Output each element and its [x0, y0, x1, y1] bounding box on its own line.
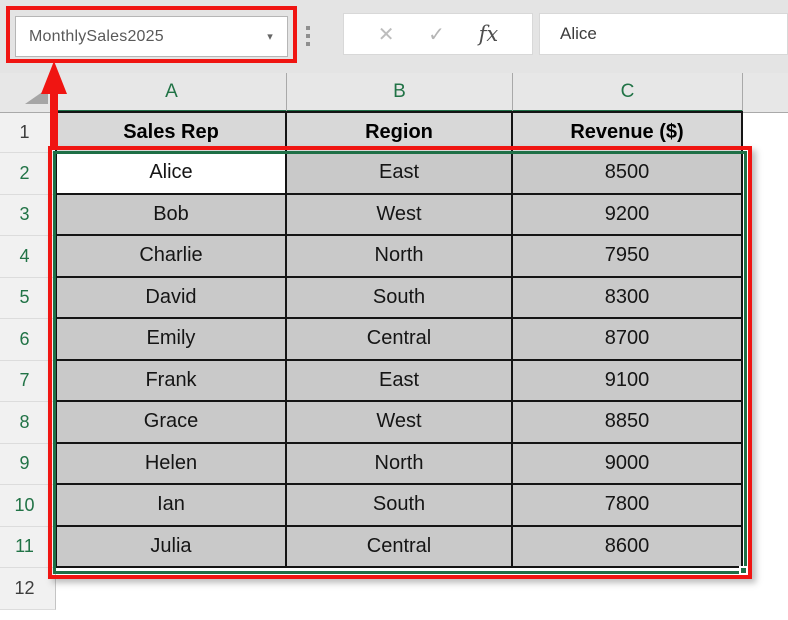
cell-C3[interactable]: 9200: [513, 194, 743, 236]
cell-B11[interactable]: Central: [287, 526, 513, 568]
row-header-12[interactable]: 12: [0, 568, 56, 610]
cell-C10[interactable]: 7800: [513, 485, 743, 527]
row-header-4[interactable]: 4: [0, 236, 56, 278]
cell-C4[interactable]: 7950: [513, 236, 743, 278]
row-header-8[interactable]: 8: [0, 402, 56, 444]
fill-handle[interactable]: [739, 566, 748, 575]
cell-A11[interactable]: Julia: [57, 526, 287, 568]
red-arrow-line: [50, 93, 58, 150]
formula-bar-input[interactable]: Alice: [539, 13, 788, 55]
red-annotation-namebox: MonthlySales2025 ▾: [6, 6, 297, 63]
separator-grip-icon: [306, 26, 310, 46]
row-header-1[interactable]: 1: [0, 113, 56, 153]
column-header-A[interactable]: A: [57, 73, 287, 113]
row-header-11[interactable]: 11: [0, 526, 56, 568]
formula-buttons: ✕ ✓ fx: [343, 13, 533, 55]
cell-B3[interactable]: West: [287, 194, 513, 236]
cell-A7[interactable]: Frank: [57, 360, 287, 402]
row-header-7[interactable]: 7: [0, 360, 56, 402]
cell-C11[interactable]: 8600: [513, 526, 743, 568]
column-header-B[interactable]: B: [287, 73, 513, 113]
cell-C6[interactable]: 8700: [513, 319, 743, 361]
insert-function-icon[interactable]: fx: [479, 22, 499, 46]
cell-C9[interactable]: 9000: [513, 443, 743, 485]
cell-A9[interactable]: Helen: [57, 443, 287, 485]
cell-B5[interactable]: South: [287, 277, 513, 319]
cell-A5[interactable]: David: [57, 277, 287, 319]
cell-B2[interactable]: East: [287, 153, 513, 195]
row-header-strip: 1 2 3 4 5 6 7 8 9 10 11 12: [0, 113, 56, 610]
column-header-C[interactable]: C: [513, 73, 743, 113]
cell-A10[interactable]: Ian: [57, 485, 287, 527]
cell-B1[interactable]: Region: [287, 113, 513, 153]
cell-C7[interactable]: 9100: [513, 360, 743, 402]
row-header-3[interactable]: 3: [0, 194, 56, 236]
cell-A6[interactable]: Emily: [57, 319, 287, 361]
cell-A2[interactable]: Alice: [57, 153, 287, 195]
data-table: Sales Rep Region Revenue ($) Alice East …: [55, 111, 743, 568]
cell-C1[interactable]: Revenue ($): [513, 113, 743, 153]
cell-B7[interactable]: East: [287, 360, 513, 402]
row-header-2[interactable]: 2: [0, 153, 56, 195]
cancel-icon[interactable]: ✕: [378, 22, 395, 47]
row-header-6[interactable]: 6: [0, 319, 56, 361]
cell-A1[interactable]: Sales Rep: [57, 113, 287, 153]
cell-C5[interactable]: 8300: [513, 277, 743, 319]
cell-B8[interactable]: West: [287, 402, 513, 444]
row-header-10[interactable]: 10: [0, 485, 56, 527]
name-box[interactable]: MonthlySales2025 ▾: [15, 16, 288, 57]
cell-A3[interactable]: Bob: [57, 194, 287, 236]
cell-B9[interactable]: North: [287, 443, 513, 485]
cell-B6[interactable]: Central: [287, 319, 513, 361]
red-arrow-head-icon: [41, 61, 67, 94]
row-header-9[interactable]: 9: [0, 443, 56, 485]
cell-B4[interactable]: North: [287, 236, 513, 278]
cell-B10[interactable]: South: [287, 485, 513, 527]
cell-C2[interactable]: 8500: [513, 153, 743, 195]
cell-A8[interactable]: Grace: [57, 402, 287, 444]
cell-A4[interactable]: Charlie: [57, 236, 287, 278]
formula-bar-row: MonthlySales2025 ▾ ✕ ✓ fx Alice: [0, 0, 788, 73]
name-box-dropdown-icon[interactable]: ▾: [253, 30, 287, 43]
formula-bar-value: Alice: [560, 24, 597, 43]
enter-icon[interactable]: ✓: [428, 22, 445, 47]
row-header-5[interactable]: 5: [0, 277, 56, 319]
name-box-value[interactable]: MonthlySales2025: [16, 28, 253, 46]
cell-C8[interactable]: 8850: [513, 402, 743, 444]
column-header-strip: A B C: [0, 73, 788, 113]
column-header-partial[interactable]: [743, 73, 788, 113]
